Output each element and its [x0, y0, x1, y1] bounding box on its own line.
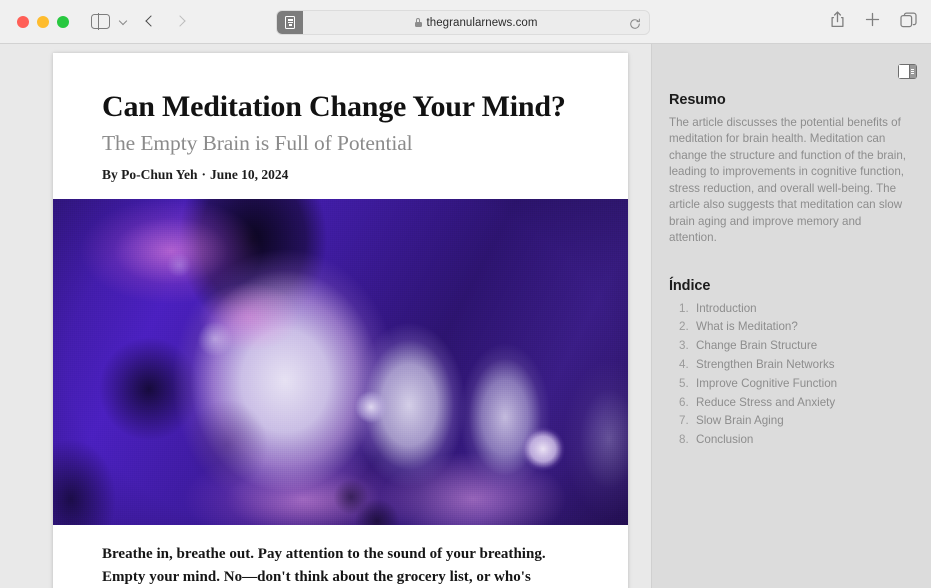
window-controls — [17, 15, 69, 28]
back-button[interactable] — [146, 17, 155, 26]
toc-item-label: Conclusion — [696, 433, 754, 447]
article-byline: By Po-Chun Yeh · June 10, 2024 — [102, 167, 579, 183]
byline-author: By Po-Chun Yeh — [102, 166, 198, 182]
toc-item-label: Strengthen Brain Networks — [696, 357, 835, 371]
navigation-arrows — [146, 17, 184, 26]
toc-item-number: 7. — [679, 414, 689, 428]
toc-item-number: 6. — [679, 395, 689, 409]
toc-item[interactable]: 8. Conclusion — [669, 431, 911, 450]
toc-item-number: 8. — [679, 433, 689, 447]
byline-date: June 10, 2024 — [210, 166, 289, 182]
safari-window: thegranularnews.com Can Meditation Chang… — [0, 0, 931, 588]
toc-item[interactable]: 2. What is Meditation? — [669, 318, 911, 337]
forward-button — [175, 17, 184, 26]
summary-panel-content: Resumo The article discusses the potenti… — [652, 44, 931, 450]
toc-item[interactable]: 4. Strengthen Brain Networks — [669, 356, 911, 375]
article-hero-image — [53, 198, 628, 525]
reload-icon[interactable] — [629, 17, 641, 29]
reader-article: Can Meditation Change Your Mind? The Emp… — [53, 53, 628, 588]
toc-item-label: Change Brain Structure — [696, 339, 818, 353]
summary-text: The article discusses the potential bene… — [669, 116, 907, 245]
page-area: Can Meditation Change Your Mind? The Emp… — [0, 44, 931, 588]
address-bar[interactable]: thegranularnews.com — [276, 10, 650, 35]
lead-paragraph: Breathe in, breathe out. Pay attention t… — [102, 545, 546, 586]
toc-item-number: 1. — [679, 301, 689, 315]
toc-item-label: Reduce Stress and Anxiety — [696, 395, 836, 409]
toc-item-number: 4. — [679, 357, 689, 371]
toc-item[interactable]: 5. Improve Cognitive Function — [669, 375, 911, 394]
image-grain — [53, 198, 628, 525]
url-input[interactable]: thegranularnews.com — [303, 11, 649, 34]
browser-toolbar: thegranularnews.com — [0, 0, 931, 44]
share-icon[interactable] — [830, 11, 845, 33]
article-subtitle: The Empty Brain is Full of Potential — [102, 130, 413, 155]
chevron-down-icon[interactable] — [119, 17, 128, 26]
toc-item-label: What is Meditation? — [696, 320, 798, 334]
toc-item[interactable]: 1. Introduction — [669, 300, 911, 319]
tab-overview-icon[interactable] — [900, 11, 917, 33]
sidebar-icon[interactable] — [91, 13, 110, 30]
toc-item-number: 2. — [679, 320, 689, 334]
toc-heading: Índice — [669, 277, 711, 294]
url-text: thegranularnews.com — [426, 16, 538, 29]
minimize-window-button[interactable] — [37, 15, 49, 28]
zoom-window-button[interactable] — [57, 15, 69, 28]
summary-panel-toggle-icon[interactable] — [898, 64, 917, 79]
article-header: Can Meditation Change Your Mind? The Emp… — [53, 53, 628, 183]
reader-mode-icon[interactable] — [277, 11, 303, 34]
article-body: Breathe in, breathe out. Pay attention t… — [53, 543, 628, 588]
toc-item-label: Introduction — [696, 301, 757, 315]
toc-item[interactable]: 3. Change Brain Structure — [669, 337, 911, 356]
toc-item-label: Slow Brain Aging — [696, 414, 784, 428]
lock-icon — [414, 18, 422, 27]
page-title: Can Meditation Change Your Mind? — [102, 90, 566, 123]
summary-sidebar: Resumo The article discusses the potenti… — [651, 44, 931, 588]
toc-item-number: 3. — [679, 339, 689, 353]
close-window-button[interactable] — [17, 15, 29, 28]
toolbar-right-controls — [830, 0, 917, 44]
toc-item[interactable]: 7. Slow Brain Aging — [669, 412, 911, 431]
table-of-contents: 1. Introduction 2. What is Meditation? 3. Cha… — [669, 300, 911, 450]
byline-separator: · — [201, 166, 207, 182]
toc-item[interactable]: 6. Reduce Stress and Anxiety — [669, 394, 911, 413]
toolbar-left-controls — [69, 13, 184, 30]
summary-heading: Resumo — [669, 92, 726, 108]
toc-item-label: Improve Cognitive Function — [696, 376, 838, 390]
toc-item-number: 5. — [679, 376, 689, 390]
plus-icon[interactable] — [865, 12, 880, 32]
